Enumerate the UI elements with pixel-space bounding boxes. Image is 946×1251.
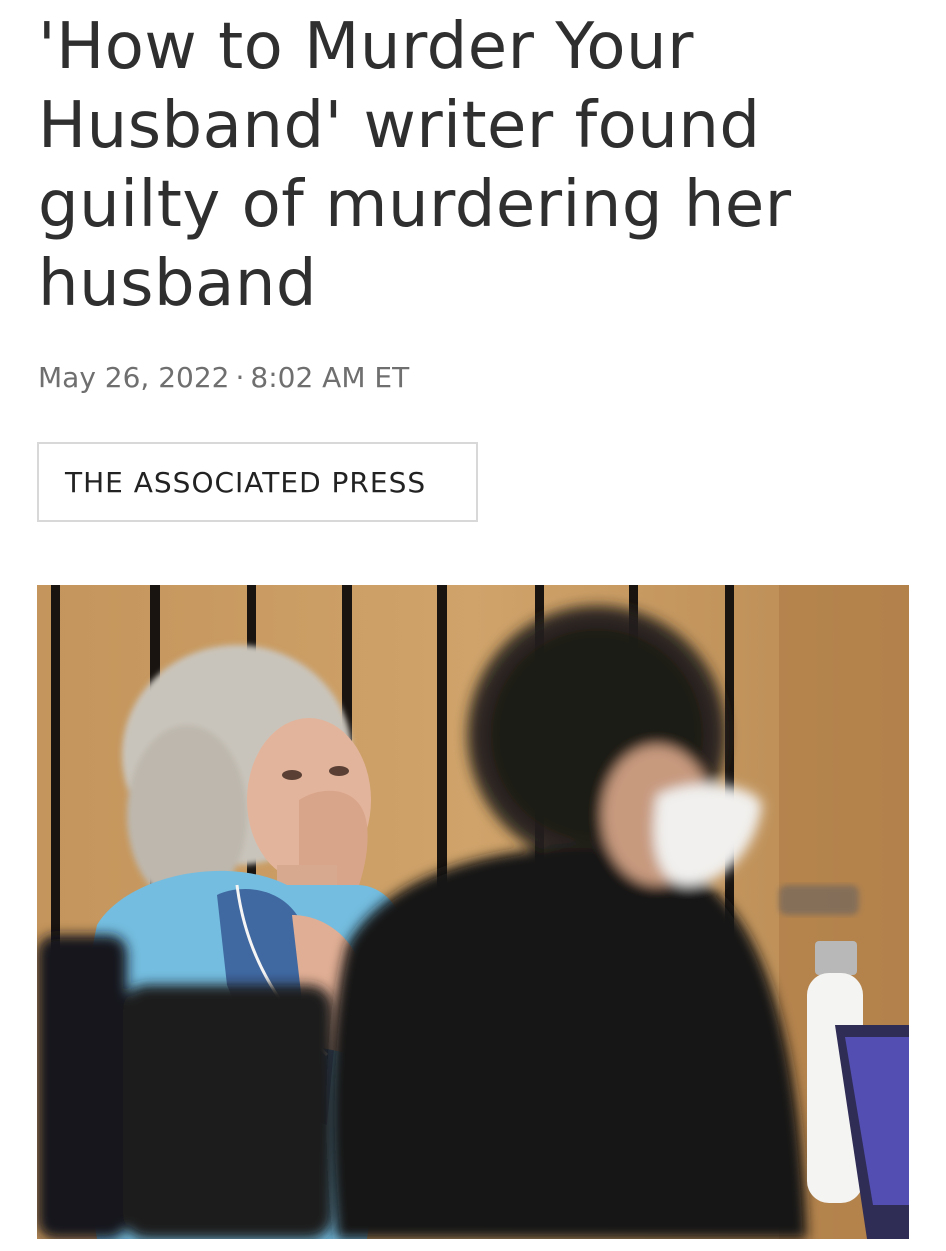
article-photo	[37, 585, 909, 1239]
byline-label: THE ASSOCIATED PRESS	[65, 465, 427, 499]
article: 'How to Murder Your Husband' writer foun…	[0, 0, 946, 1251]
dateline-separator: ·	[235, 361, 245, 394]
courtroom-photo-icon	[37, 585, 909, 1239]
author-byline-button[interactable]: THE ASSOCIATED PRESS	[37, 442, 478, 522]
publish-date: May 26, 2022	[38, 361, 230, 394]
dateline: May 26, 2022 · 8:02 AM ET	[38, 360, 409, 396]
headline: 'How to Murder Your Husband' writer foun…	[38, 10, 792, 321]
publish-time: 8:02 AM ET	[250, 361, 410, 394]
